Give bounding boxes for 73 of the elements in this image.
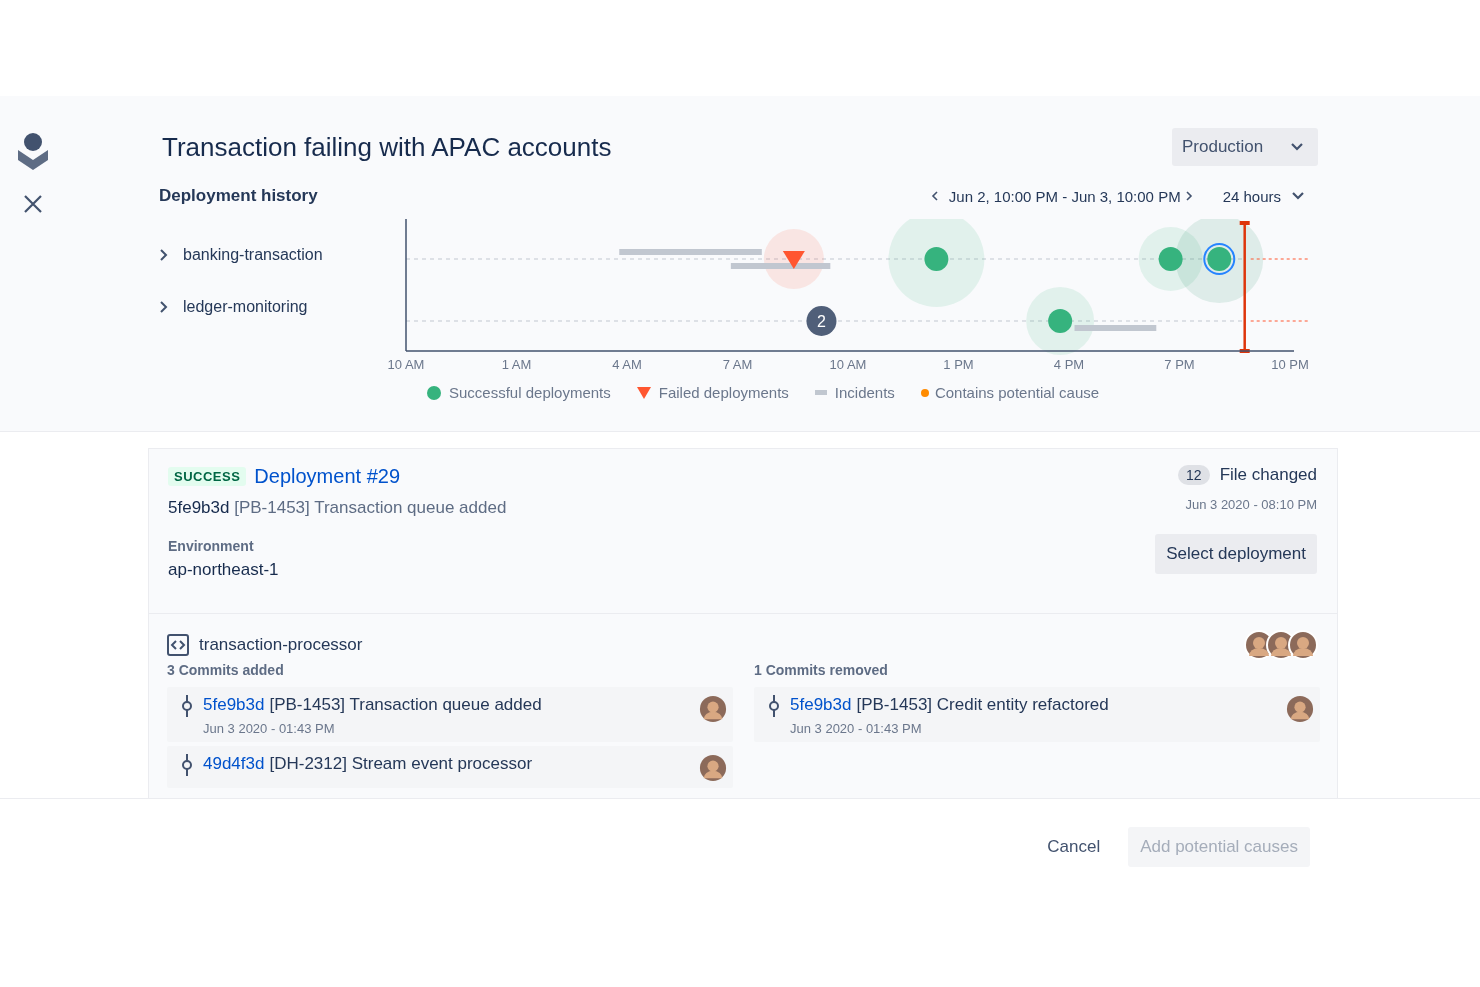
code-icon <box>167 634 189 656</box>
incident-title: Transaction failing with APAC accounts <box>162 131 612 163</box>
files-label: File changed <box>1219 465 1317 485</box>
axis-label: 10 PM <box>1271 357 1309 372</box>
legend-label: Failed deployments <box>658 384 789 401</box>
avatar-icon <box>1288 630 1318 660</box>
avatar-icon <box>699 754 727 782</box>
commit-icon <box>181 754 193 776</box>
commit-summary: 5fe9b3d [PB-1453] Transaction queue added <box>168 498 507 518</box>
incident-count: 2 <box>817 313 826 330</box>
success-legend-icon <box>427 385 441 400</box>
close-icon[interactable] <box>23 194 43 214</box>
commit-date: Jun 3 2020 - 01:43 PM <box>203 721 336 736</box>
axis-label: 7 PM <box>1164 357 1195 372</box>
repository-name: transaction-processor <box>199 635 363 655</box>
status-badge: SUCCESS <box>168 467 247 486</box>
axis-label: 4 AM <box>612 357 642 372</box>
axis-label: 7 AM <box>722 357 753 372</box>
previous-icon[interactable] <box>930 190 939 202</box>
axis-label: 4 PM <box>1053 357 1085 372</box>
legend-label: Successful deployments <box>449 384 611 401</box>
deployment-link[interactable]: Deployment #29 <box>254 465 400 488</box>
incident-legend-icon <box>814 390 827 395</box>
legend-label: Incidents <box>834 384 895 401</box>
axis-label: 1 PM <box>943 357 974 372</box>
commit-row[interactable]: 5fe9b3d [PB-1453] Credit entity refactored Jun 3 2020 - 01:43 PM <box>754 687 1320 742</box>
failure-marker[interactable] <box>782 251 805 269</box>
commit-message: [PB-1453] Credit entity refactored <box>856 695 1109 715</box>
select-deployment-button[interactable]: Select deployment <box>1155 534 1317 574</box>
avatar-icon <box>1286 695 1314 723</box>
logo-icon <box>16 132 50 172</box>
commit-date: Jun 3 2020 - 01:43 PM <box>790 721 923 736</box>
count-badge: 12 <box>1178 465 1210 485</box>
commit-icon <box>181 695 193 717</box>
commit-hash-link[interactable]: 49d4f3d <box>203 754 265 774</box>
commits-heading: 3 Commits added <box>167 662 285 678</box>
commit-hash-link[interactable]: 5fe9b3d <box>203 695 265 715</box>
section-title: Deployment history <box>159 186 318 206</box>
environment-value: ap-northeast-1 <box>168 560 280 580</box>
avatar-icon <box>699 695 727 723</box>
commit-row[interactable]: 49d4f3d [DH-2312] Stream event processor <box>167 746 733 788</box>
commits-heading: 1 Commits removed <box>754 662 889 678</box>
success-marker[interactable] <box>1158 247 1183 271</box>
period-dropdown[interactable]: 24 hours <box>1216 186 1311 206</box>
deployment-date: Jun 3 2020 - 08:10 PM <box>1185 497 1317 512</box>
commit-row[interactable]: 5fe9b3d [PB-1453] Transaction queue added Jun 3 2020 - 01:43 PM <box>167 687 733 742</box>
chevron-right-icon <box>159 248 169 262</box>
incident-bar[interactable] <box>730 263 831 269</box>
success-marker[interactable] <box>924 247 949 271</box>
success-marker[interactable] <box>1207 247 1232 271</box>
failure-legend-icon <box>636 386 651 399</box>
commit-hash-link[interactable]: 5fe9b3d <box>790 695 852 715</box>
commit-message: [PB-1453] Transaction queue added <box>269 695 542 715</box>
axis-label: 1 AM <box>501 357 532 372</box>
success-marker[interactable] <box>1048 309 1073 333</box>
commit-message: [DH-2312] Stream event processor <box>269 754 533 774</box>
service-toggle[interactable]: ledger-monitoring <box>159 298 308 316</box>
chevron-down-icon <box>1291 191 1305 201</box>
environment-dropdown[interactable]: Production <box>1172 128 1318 166</box>
selection-ring <box>1203 243 1236 275</box>
commit-icon <box>768 695 780 717</box>
cancel-button[interactable]: Cancel <box>1033 827 1115 867</box>
axis-label: 10 AM <box>829 357 867 372</box>
axis-label: 10 AM <box>387 357 425 372</box>
field-label: Environment <box>168 538 255 554</box>
next-icon[interactable] <box>1184 190 1193 202</box>
date-range: Jun 2, 10:00 PM - Jun 3, 10:00 PM <box>948 187 1181 205</box>
service-toggle[interactable]: banking-transaction <box>159 246 323 264</box>
chevron-down-icon <box>1290 142 1304 152</box>
cause-legend-icon <box>920 388 929 397</box>
chevron-right-icon <box>159 300 169 314</box>
legend-label: Contains potential cause <box>934 384 1100 401</box>
count-badge[interactable] <box>806 306 837 336</box>
